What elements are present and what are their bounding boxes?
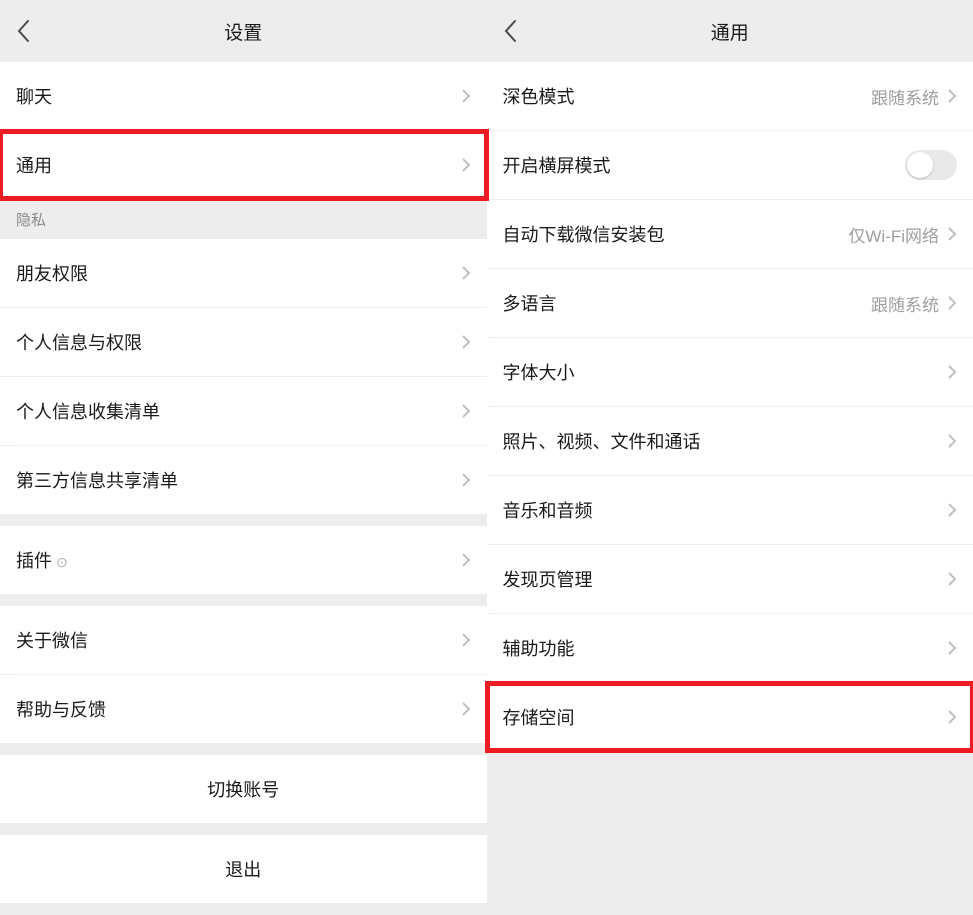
settings-item-general[interactable]: 通用 xyxy=(0,131,487,199)
chevron-right-icon xyxy=(461,157,471,173)
settings-title: 设置 xyxy=(0,18,487,45)
general-title: 通用 xyxy=(487,18,973,45)
chevron-right-icon xyxy=(461,403,471,419)
settings-panel: 设置 聊天 通用 隐私 朋友权限 个人信息与权限 个人信息收集清单 第三方信息共… xyxy=(0,0,487,915)
settings-item-chat[interactable]: 聊天 xyxy=(0,62,487,130)
settings-item-about-label: 关于微信 xyxy=(16,627,461,653)
chevron-right-icon xyxy=(461,701,471,717)
media-files-label: 照片、视频、文件和通话 xyxy=(503,428,948,454)
auto-download-label: 自动下载微信安装包 xyxy=(503,221,849,247)
general-item-media-files[interactable]: 照片、视频、文件和通话 xyxy=(487,407,973,475)
chevron-right-icon xyxy=(947,226,957,242)
settings-item-chat-label: 聊天 xyxy=(16,83,461,109)
settings-item-friends-permission[interactable]: 朋友权限 xyxy=(0,239,487,307)
chevron-right-icon xyxy=(947,502,957,518)
chevron-right-icon xyxy=(947,364,957,380)
general-item-accessibility[interactable]: 辅助功能 xyxy=(487,614,973,682)
settings-item-personal-label: 个人信息与权限 xyxy=(16,329,461,355)
storage-label: 存储空间 xyxy=(503,704,948,730)
music-audio-label: 音乐和音频 xyxy=(503,497,948,523)
settings-item-plugins[interactable]: 插件⊙ xyxy=(0,526,487,594)
logout-label: 退出 xyxy=(225,856,261,882)
font-size-label: 字体大小 xyxy=(503,359,948,385)
privacy-section-header: 隐私 xyxy=(0,199,487,239)
general-item-multi-language[interactable]: 多语言 跟随系统 xyxy=(487,269,973,337)
general-item-discover[interactable]: 发现页管理 xyxy=(487,545,973,613)
chevron-right-icon xyxy=(947,88,957,104)
general-item-landscape[interactable]: 开启横屏模式 xyxy=(487,131,973,199)
chevron-right-icon xyxy=(947,571,957,587)
general-item-dark-mode[interactable]: 深色模式 跟随系统 xyxy=(487,62,973,130)
settings-item-personal-info-collection[interactable]: 个人信息收集清单 xyxy=(0,377,487,445)
logout-button[interactable]: 退出 xyxy=(0,835,487,903)
chevron-right-icon xyxy=(947,709,957,725)
switch-account-button[interactable]: 切换账号 xyxy=(0,755,487,823)
settings-item-third-party-label: 第三方信息共享清单 xyxy=(16,467,461,493)
settings-item-third-party[interactable]: 第三方信息共享清单 xyxy=(0,446,487,514)
chevron-right-icon xyxy=(461,334,471,350)
general-item-auto-download[interactable]: 自动下载微信安装包 仅Wi-Fi网络 xyxy=(487,200,973,268)
accessibility-label: 辅助功能 xyxy=(503,635,948,661)
landscape-label: 开启横屏模式 xyxy=(503,152,906,178)
chevron-right-icon xyxy=(461,552,471,568)
settings-item-plugins-label: 插件⊙ xyxy=(16,547,461,573)
switch-account-label: 切换账号 xyxy=(207,776,279,802)
dark-mode-label: 深色模式 xyxy=(503,83,872,109)
general-header: 通用 xyxy=(487,0,973,62)
settings-header: 设置 xyxy=(0,0,487,62)
settings-item-friends-label: 朋友权限 xyxy=(16,260,461,286)
discover-label: 发现页管理 xyxy=(503,566,948,592)
general-item-storage[interactable]: 存储空间 xyxy=(487,683,973,751)
settings-item-general-label: 通用 xyxy=(16,152,461,178)
general-item-font-size[interactable]: 字体大小 xyxy=(487,338,973,406)
settings-item-collection-label: 个人信息收集清单 xyxy=(16,398,461,424)
general-panel: 通用 深色模式 跟随系统 开启横屏模式 自动下载微信安装包 仅Wi-Fi网络 多… xyxy=(487,0,973,915)
chevron-right-icon xyxy=(461,265,471,281)
chevron-right-icon xyxy=(461,88,471,104)
settings-item-personal-info[interactable]: 个人信息与权限 xyxy=(0,308,487,376)
auto-download-value: 仅Wi-Fi网络 xyxy=(848,222,939,247)
general-item-music-audio[interactable]: 音乐和音频 xyxy=(487,476,973,544)
chevron-right-icon xyxy=(947,433,957,449)
settings-item-help-label: 帮助与反馈 xyxy=(16,696,461,722)
chevron-right-icon xyxy=(947,640,957,656)
bulb-icon: ⊙ xyxy=(56,554,68,570)
dark-mode-value: 跟随系统 xyxy=(871,84,939,109)
back-icon[interactable] xyxy=(16,19,30,43)
multi-language-value: 跟随系统 xyxy=(871,291,939,316)
landscape-toggle[interactable] xyxy=(905,150,957,180)
chevron-right-icon xyxy=(947,295,957,311)
settings-item-help[interactable]: 帮助与反馈 xyxy=(0,675,487,743)
back-icon[interactable] xyxy=(503,19,517,43)
chevron-right-icon xyxy=(461,472,471,488)
multi-language-label: 多语言 xyxy=(503,290,872,316)
chevron-right-icon xyxy=(461,632,471,648)
settings-item-about[interactable]: 关于微信 xyxy=(0,606,487,674)
